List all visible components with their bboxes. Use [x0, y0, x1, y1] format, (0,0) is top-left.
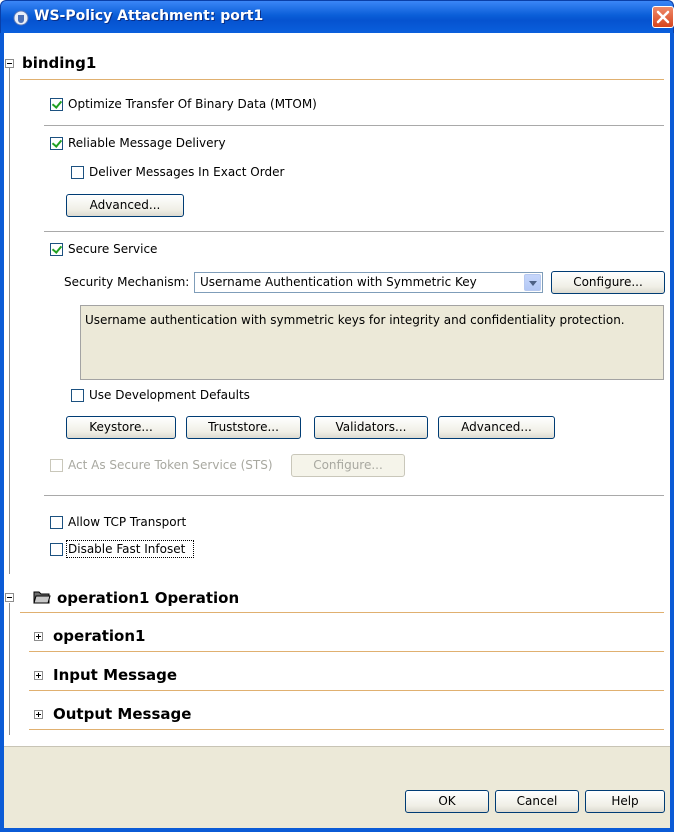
operation-collapse-toggle[interactable]	[5, 593, 14, 602]
tcp-transport-label: Allow TCP Transport	[68, 515, 187, 529]
secure-service-label: Secure Service	[68, 242, 158, 256]
binding-title: binding1	[22, 54, 97, 72]
security-mechanism-value: Username Authentication with Symmetric K…	[200, 275, 477, 289]
cancel-button[interactable]: Cancel	[495, 790, 579, 813]
reliable-delivery-checkbox[interactable]	[50, 137, 63, 150]
reliable-delivery-label: Reliable Message Delivery	[68, 136, 226, 150]
tree-line	[9, 603, 10, 735]
focus-indicator	[66, 540, 194, 558]
window-frame-right	[670, 33, 674, 832]
sts-configure-button[interactable]: Configure...	[291, 454, 405, 477]
java-cup-icon	[13, 10, 29, 26]
security-mechanism-label: Security Mechanism:	[64, 275, 190, 289]
mtom-label: Optimize Transfer Of Binary Data (MTOM)	[68, 97, 317, 111]
secure-service-checkbox[interactable]	[50, 243, 63, 256]
truststore-button[interactable]: Truststore...	[186, 416, 301, 439]
exact-order-label: Deliver Messages In Exact Order	[89, 165, 285, 179]
output-message-node[interactable]: Output Message	[53, 705, 191, 723]
ok-button[interactable]: OK	[405, 790, 489, 813]
operation1-expand-toggle[interactable]	[34, 632, 43, 641]
mechanism-description: Username authentication with symmetric k…	[80, 305, 664, 380]
close-icon	[656, 10, 670, 24]
tcp-transport-checkbox[interactable]	[50, 516, 63, 529]
reliable-advanced-button[interactable]: Advanced...	[66, 194, 184, 217]
node-separator	[29, 690, 664, 691]
sts-checkbox[interactable]	[50, 459, 63, 472]
keystore-button[interactable]: Keystore...	[66, 416, 176, 439]
node-separator	[29, 651, 664, 652]
configure-button[interactable]: Configure...	[551, 271, 665, 294]
binding-separator	[20, 79, 664, 80]
section-divider	[44, 125, 664, 126]
section-divider	[44, 231, 664, 232]
operation1-node[interactable]: operation1	[53, 627, 145, 645]
binding-collapse-toggle[interactable]	[5, 59, 14, 68]
help-button[interactable]: Help	[585, 790, 665, 813]
fast-infoset-checkbox[interactable]	[50, 543, 63, 556]
window-frame-bottom	[0, 828, 674, 832]
mtom-checkbox[interactable]	[50, 98, 63, 111]
window-frame-left	[0, 33, 4, 832]
window-title: WS-Policy Attachment: port1	[34, 8, 264, 24]
validators-button[interactable]: Validators...	[314, 416, 428, 439]
folder-open-icon	[33, 591, 51, 604]
security-advanced-button[interactable]: Advanced...	[438, 416, 555, 439]
dev-defaults-checkbox[interactable]	[71, 389, 84, 402]
output-message-expand-toggle[interactable]	[34, 710, 43, 719]
input-message-node[interactable]: Input Message	[53, 666, 177, 684]
dialog-button-panel: OK Cancel Help	[4, 746, 670, 828]
close-button[interactable]	[652, 6, 674, 28]
sts-label: Act As Secure Token Service (STS)	[68, 458, 273, 472]
exact-order-checkbox[interactable]	[71, 166, 84, 179]
tree-line	[9, 68, 10, 574]
dev-defaults-label: Use Development Defaults	[89, 388, 250, 402]
window-titlebar: WS-Policy Attachment: port1	[0, 0, 674, 33]
operation-separator	[20, 612, 664, 613]
operation-title: operation1 Operation	[57, 589, 240, 607]
node-separator	[29, 729, 664, 730]
security-mechanism-select[interactable]: Username Authentication with Symmetric K…	[194, 272, 543, 293]
chevron-down-icon[interactable]	[524, 274, 541, 291]
section-divider	[44, 495, 664, 496]
input-message-expand-toggle[interactable]	[34, 671, 43, 680]
